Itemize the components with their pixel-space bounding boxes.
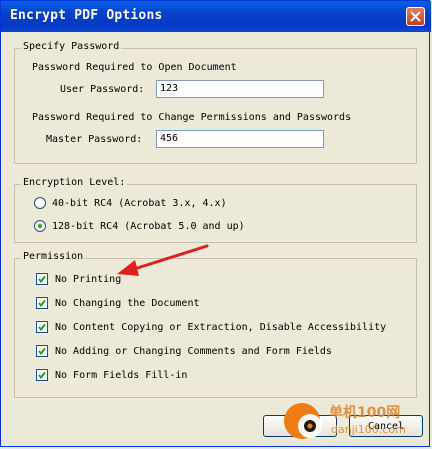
annotation-arrow-icon	[117, 244, 209, 276]
no-adding-comments-checkbox[interactable]	[36, 345, 48, 357]
watermark-url: danji100.com	[331, 423, 406, 436]
master-password-label: Master Password:	[46, 134, 143, 145]
encryption-level-legend: Encryption Level:	[21, 177, 128, 188]
checkmark-icon	[38, 323, 46, 332]
no-content-copying-checkbox[interactable]	[36, 321, 48, 333]
password-group-legend: Specify Password	[21, 41, 122, 52]
radio-40bit-label[interactable]: 40-bit RC4 (Acrobat 3.x, 4.x)	[52, 198, 227, 209]
open-password-heading: Password Required to Open Document	[32, 62, 237, 73]
close-button[interactable]	[406, 7, 425, 26]
site-watermark: 单机100网 danji100.com	[281, 398, 425, 444]
window-title: Encrypt PDF Options	[10, 8, 163, 23]
no-content-copying-label[interactable]: No Content Copying or Extraction, Disabl…	[55, 322, 386, 333]
encryption-level-group: Encryption Level:	[14, 177, 417, 243]
watermark-logo-icon	[284, 403, 322, 439]
encrypt-pdf-options-dialog: Encrypt PDF Options Specify Password Pas…	[0, 0, 431, 447]
checkmark-icon	[38, 299, 46, 308]
no-adding-comments-label[interactable]: No Adding or Changing Comments and Form …	[55, 346, 332, 357]
close-icon	[410, 11, 421, 22]
radio-128bit-label[interactable]: 128-bit RC4 (Acrobat 5.0 and up)	[52, 221, 245, 232]
user-password-label: User Password:	[60, 84, 145, 95]
checkmark-icon	[38, 371, 46, 380]
radio-128bit[interactable]	[34, 220, 46, 232]
checkmark-icon	[38, 347, 46, 356]
radio-40bit[interactable]	[34, 197, 46, 209]
watermark-text: 单机100网	[329, 405, 401, 421]
master-password-input[interactable]: 456	[156, 130, 324, 148]
permissions-password-heading: Password Required to Change Permissions …	[32, 112, 352, 123]
no-form-fill-checkbox[interactable]	[36, 369, 48, 381]
no-changing-document-label[interactable]: No Changing the Document	[55, 298, 200, 309]
user-password-input[interactable]: 123	[156, 80, 324, 98]
no-printing-checkbox[interactable]	[36, 273, 48, 285]
title-bar[interactable]: Encrypt PDF Options	[1, 1, 431, 32]
permission-legend: Permission	[21, 251, 86, 262]
checkmark-icon	[38, 275, 46, 284]
no-form-fill-label[interactable]: No Form Fields Fill-in	[55, 370, 187, 381]
no-changing-document-checkbox[interactable]	[36, 297, 48, 309]
